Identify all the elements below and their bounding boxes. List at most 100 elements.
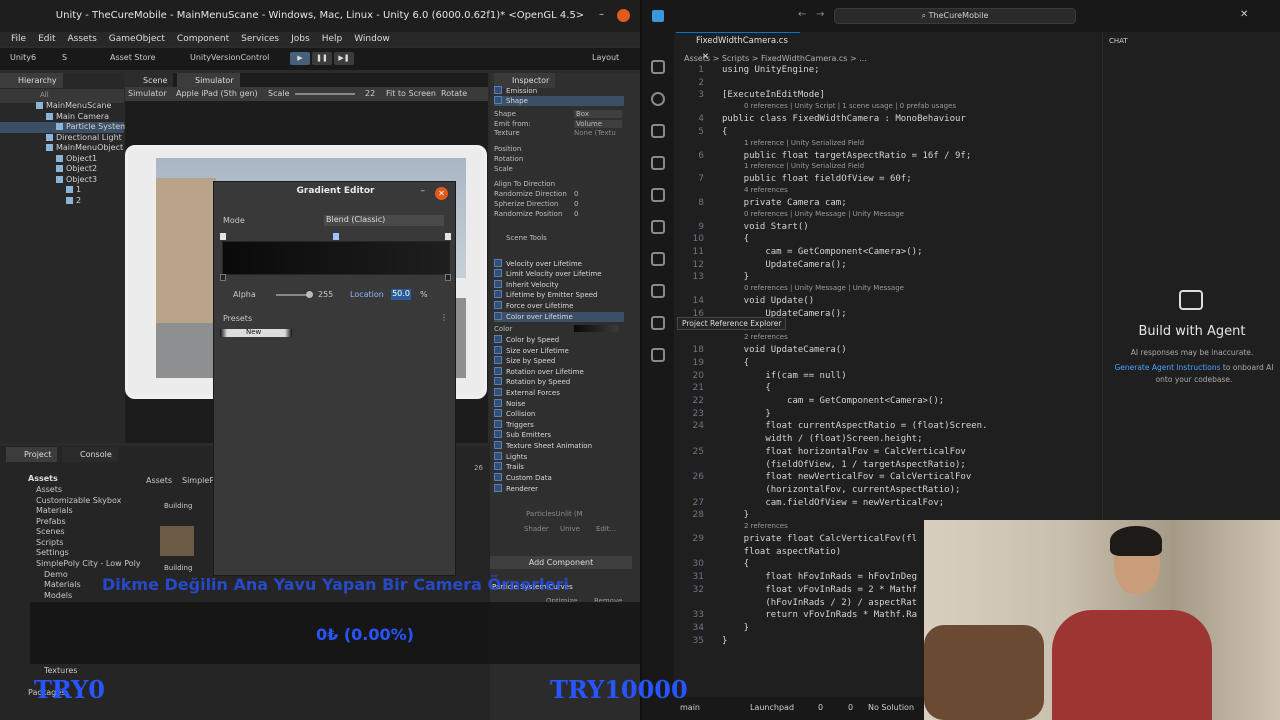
alpha-value[interactable]: 255 bbox=[318, 290, 333, 299]
hierarchy-search-input[interactable]: All bbox=[40, 91, 49, 99]
code-line[interactable]: { bbox=[722, 358, 749, 368]
code-line[interactable]: public float targetAspectRatio = 16f / 9… bbox=[722, 151, 972, 161]
code-line[interactable]: float newVerticalFov = CalcVerticalFov bbox=[722, 472, 971, 482]
module-inherit-velocity[interactable]: Inherit Velocity bbox=[494, 280, 624, 290]
code-line[interactable]: } bbox=[722, 636, 727, 646]
rotate-button[interactable]: Rotate bbox=[441, 89, 467, 98]
hierarchy-item-scene[interactable]: MainMenuScane bbox=[36, 101, 111, 112]
github-icon[interactable] bbox=[651, 348, 665, 362]
texture-field[interactable]: None (Textu bbox=[574, 129, 616, 137]
gradient-preview[interactable] bbox=[222, 241, 450, 275]
codelens[interactable]: 2 references bbox=[744, 333, 788, 341]
tree-assets[interactable]: Assets bbox=[36, 485, 62, 494]
menu-jobs[interactable]: Jobs bbox=[291, 32, 310, 46]
codelens[interactable]: 1 reference | Unity Serialized Field bbox=[744, 139, 864, 147]
code-line[interactable]: void Start() bbox=[722, 222, 809, 232]
menu-services[interactable]: Services bbox=[241, 32, 279, 46]
breadcrumb-assets[interactable]: Assets bbox=[146, 476, 172, 485]
module-external-forces[interactable]: External Forces bbox=[494, 388, 624, 398]
code-line[interactable]: { bbox=[722, 383, 770, 393]
simulator-mode-dropdown[interactable]: Simulator bbox=[128, 89, 167, 98]
status-branch[interactable]: main bbox=[680, 703, 700, 712]
code-line[interactable]: width / (float)Screen.height; bbox=[722, 434, 922, 444]
code-line[interactable]: private float CalcVerticalFov(fl bbox=[722, 534, 917, 544]
code-line[interactable]: private Camera cam; bbox=[722, 198, 847, 208]
close-button[interactable]: ✕ bbox=[435, 187, 448, 200]
tab-console[interactable]: Console bbox=[62, 447, 118, 462]
status-warnings[interactable]: 0 bbox=[848, 703, 853, 712]
module-rotation-by-speed[interactable]: Rotation by Speed bbox=[494, 377, 624, 387]
tab-scene[interactable]: Scene bbox=[125, 73, 174, 88]
code-line[interactable]: (horizontalFov, currentAspectRatio); bbox=[722, 485, 960, 495]
color-key-right[interactable] bbox=[445, 274, 451, 281]
tree-demo[interactable]: Demo bbox=[44, 570, 68, 579]
hierarchy-item-particle-system[interactable]: Particle System bbox=[0, 122, 128, 133]
code-line[interactable]: { bbox=[722, 127, 727, 137]
account-button[interactable]: Unity6 bbox=[10, 53, 36, 62]
hierarchy-item-1[interactable]: 1 bbox=[66, 185, 81, 196]
code-line[interactable]: [ExecuteInEditMode] bbox=[722, 90, 825, 100]
codelens[interactable]: 2 references bbox=[744, 522, 788, 530]
version-control-button[interactable]: UnityVersionControl bbox=[190, 53, 269, 62]
location-input[interactable]: 50.0 bbox=[391, 289, 411, 300]
add-component-button[interactable]: Add Component bbox=[490, 556, 632, 569]
code-line[interactable]: return vFovInRads * Mathf.Ra bbox=[722, 610, 917, 620]
tree-skybox[interactable]: Customizable Skybox bbox=[36, 496, 121, 505]
codelens[interactable]: 4 references bbox=[744, 186, 788, 194]
tree-city-materials[interactable]: Materials bbox=[44, 580, 81, 589]
alpha-slider-handle[interactable] bbox=[306, 291, 313, 298]
hierarchy-item-directional-light[interactable]: Directional Light bbox=[46, 133, 122, 144]
code-line[interactable]: float aspectRatio) bbox=[722, 547, 842, 557]
shape-dropdown[interactable]: Box bbox=[574, 110, 622, 118]
module-color-over-lifetime[interactable]: Color over Lifetime bbox=[494, 312, 624, 322]
breadcrumb-simplepoly[interactable]: SimpleP bbox=[182, 476, 214, 485]
codelens[interactable]: 0 references | Unity Script | 1 scene us… bbox=[744, 102, 956, 110]
menu-component[interactable]: Component bbox=[177, 32, 229, 46]
layout-dropdown[interactable]: Layout bbox=[592, 53, 619, 62]
search-icon[interactable] bbox=[651, 92, 665, 106]
menu-assets[interactable]: Assets bbox=[68, 32, 97, 46]
tree-scenes[interactable]: Scenes bbox=[36, 527, 65, 536]
tree-simplepoly[interactable]: SimplePoly City - Low Poly bbox=[36, 559, 141, 568]
module-custom-data[interactable]: Custom Data bbox=[494, 473, 624, 483]
hierarchy-item-main-camera[interactable]: Main Camera bbox=[46, 112, 109, 123]
module-velocity-over-lifetime[interactable]: Velocity over Lifetime bbox=[494, 259, 624, 269]
mode-dropdown[interactable]: Blend (Classic) bbox=[324, 215, 444, 226]
breadcrumb[interactable]: Assets > Scripts > FixedWidthCamera.cs >… bbox=[684, 54, 867, 63]
code-line[interactable]: } bbox=[722, 409, 770, 419]
module-emission[interactable]: Emission bbox=[494, 86, 624, 96]
module-sub-emitters[interactable]: Sub Emitters bbox=[494, 430, 624, 440]
code-line[interactable]: void UpdateCamera() bbox=[722, 345, 847, 355]
shader-edit-button[interactable]: Edit... bbox=[596, 525, 616, 533]
close-button[interactable] bbox=[617, 9, 630, 22]
code-line[interactable]: if(cam == null) bbox=[722, 371, 846, 381]
tree-materials[interactable]: Materials bbox=[36, 506, 73, 515]
code-line[interactable]: public class FixedWidthCamera : MonoBeha… bbox=[722, 114, 966, 124]
tree-prefabs[interactable]: Prefabs bbox=[36, 517, 66, 526]
code-line[interactable]: UpdateCamera(); bbox=[722, 260, 846, 270]
module-color-by-speed[interactable]: Color by Speed bbox=[494, 335, 624, 345]
scale-slider[interactable] bbox=[295, 93, 355, 95]
menu-gameobject[interactable]: GameObject bbox=[109, 32, 165, 46]
code-line[interactable]: cam = GetComponent<Camera>(); bbox=[722, 247, 922, 257]
code-line[interactable]: float vFovInRads = 2 * Mathf bbox=[722, 585, 917, 595]
asset-store-button[interactable]: Asset Store bbox=[110, 53, 156, 62]
alpha-key-right[interactable] bbox=[445, 233, 451, 240]
module-texture-sheet-animation[interactable]: Texture Sheet Animation bbox=[494, 441, 624, 451]
command-center-search[interactable]: ⌕ TheCureMobile bbox=[834, 8, 1076, 24]
module-trails[interactable]: Trails bbox=[494, 462, 624, 472]
code-line[interactable]: float currentAspectRatio = (float)Screen… bbox=[722, 421, 987, 431]
module-shape[interactable]: Shape bbox=[494, 96, 624, 106]
color-key-left[interactable] bbox=[220, 274, 226, 281]
editor-tab[interactable]: FixedWidthCamera.cs ✕ bbox=[676, 32, 800, 62]
module-rotation-over-lifetime[interactable]: Rotation over Lifetime bbox=[494, 367, 624, 377]
code-line[interactable]: { bbox=[722, 559, 749, 569]
minimize-button[interactable]: – bbox=[421, 186, 426, 196]
tree-assets-root[interactable]: Assets bbox=[28, 474, 58, 483]
copilot-icon[interactable] bbox=[651, 316, 665, 330]
menu-help[interactable]: Help bbox=[322, 32, 343, 46]
module-noise[interactable]: Noise bbox=[494, 399, 624, 409]
code-line[interactable]: public float fieldOfView = 60f; bbox=[722, 174, 912, 184]
status-errors[interactable]: 0 bbox=[818, 703, 823, 712]
codelens[interactable]: 1 reference | Unity Serialized Field bbox=[744, 162, 864, 170]
